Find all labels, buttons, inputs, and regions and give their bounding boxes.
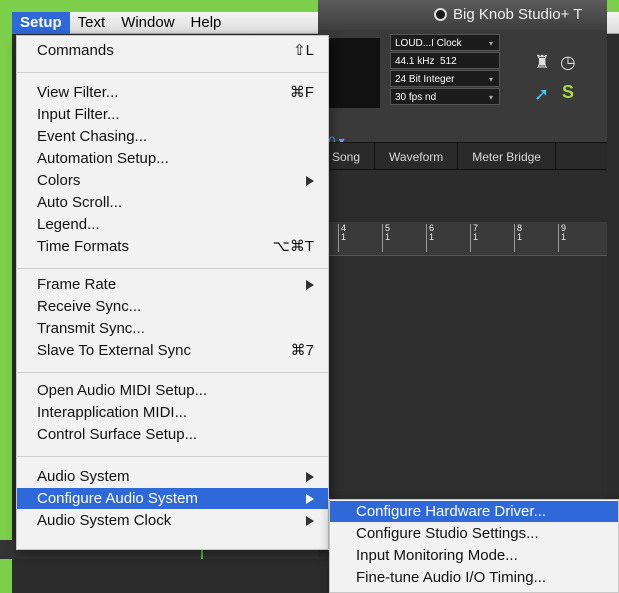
arrow-tool-icon[interactable]: ➚	[534, 84, 549, 105]
window-title: Big Knob Studio+ T	[453, 6, 583, 23]
clock-icon[interactable]: ◷	[560, 52, 576, 73]
metronome-icon[interactable]: ♜	[534, 52, 550, 73]
shortcut-label: ⌥⌘T	[272, 238, 314, 255]
menu-divider	[17, 268, 328, 269]
menu-item-event-chasing[interactable]: Event Chasing...	[17, 126, 328, 147]
clock-source-select[interactable]: LOUD...I Clock ▾	[390, 34, 500, 51]
shortcut-label: ⌘F	[289, 84, 314, 101]
dropdown-arrow-icon: ▾	[488, 93, 493, 102]
submenu-arrow-icon	[306, 170, 314, 191]
solo-icon[interactable]: S	[562, 82, 574, 103]
submenu-arrow-icon	[306, 466, 314, 487]
submenu-item-configure-studio-settings[interactable]: Configure Studio Settings...	[330, 523, 618, 544]
submenu-arrow-icon	[306, 488, 314, 509]
shortcut-label: ⇧L	[293, 42, 314, 59]
shortcut-label: ⌘7	[290, 342, 314, 359]
menu-item-receive-sync[interactable]: Receive Sync...	[17, 296, 328, 317]
ruler-tick: 41	[338, 224, 346, 252]
window-titlebar: Big Knob Studio+ T	[318, 0, 607, 30]
menu-item-audio-system[interactable]: Audio System	[17, 466, 328, 487]
submenu-item-input-monitoring-mode[interactable]: Input Monitoring Mode...	[330, 545, 618, 566]
timeline-ruler[interactable]: 41 51 61 71 81 91	[318, 222, 607, 256]
menu-item-frame-rate[interactable]: Frame Rate	[17, 274, 328, 295]
setup-dropdown-menu: Commands ⇧L View Filter... ⌘F Input Filter…	[16, 35, 329, 550]
menu-item-input-filter[interactable]: Input Filter...	[17, 104, 328, 125]
menu-divider	[17, 372, 328, 373]
menu-item-audio-system-clock[interactable]: Audio System Clock	[17, 510, 328, 531]
menu-item-view-filter[interactable]: View Filter... ⌘F	[17, 82, 328, 103]
menu-item-time-formats[interactable]: Time Formats ⌥⌘T	[17, 236, 328, 257]
toolbar: 00 ▾ LOUD...I Clock ▾ 44.1 kHz 512 24 Bit…	[318, 30, 607, 152]
tab-waveform[interactable]: Waveform	[375, 143, 459, 169]
submenu-arrow-icon	[306, 274, 314, 295]
view-tabs: Song Waveform Meter Bridge	[318, 142, 607, 170]
menu-divider	[17, 72, 328, 73]
menu-divider	[17, 456, 328, 457]
ruler-tick: 51	[382, 224, 390, 252]
frame-rate-select[interactable]: 30 fps nd ▾	[390, 88, 500, 105]
bit-depth-select[interactable]: 24 Bit Integer ▾	[390, 70, 500, 87]
menu-item-configure-audio-system[interactable]: Configure Audio System	[17, 488, 328, 509]
app-icon	[434, 8, 447, 21]
menu-item-automation-setup[interactable]: Automation Setup...	[17, 148, 328, 169]
menu-item-colors[interactable]: Colors	[17, 170, 328, 191]
menu-item-commands[interactable]: Commands ⇧L	[17, 40, 328, 61]
menu-item-interapplication-midi[interactable]: Interapplication MIDI...	[17, 402, 328, 423]
menu-help[interactable]: Help	[183, 12, 230, 34]
session-setup-panel: LOUD...I Clock ▾ 44.1 kHz 512 24 Bit Inte…	[390, 34, 500, 106]
menu-text[interactable]: Text	[70, 12, 114, 34]
menu-item-slave-external-sync[interactable]: Slave To External Sync ⌘7	[17, 340, 328, 361]
submenu-item-fine-tune-audio-io-timing[interactable]: Fine-tune Audio I/O Timing...	[330, 567, 618, 588]
menu-window[interactable]: Window	[113, 12, 182, 34]
dropdown-arrow-icon: ▾	[488, 39, 493, 48]
submenu-item-configure-hardware-driver[interactable]: Configure Hardware Driver...	[330, 501, 618, 522]
tab-meter-bridge[interactable]: Meter Bridge	[458, 143, 556, 169]
menu-item-auto-scroll[interactable]: Auto Scroll...	[17, 192, 328, 213]
menu-item-control-surface-setup[interactable]: Control Surface Setup...	[17, 424, 328, 445]
dropdown-arrow-icon: ▾	[488, 75, 493, 84]
configure-audio-system-submenu: Configure Hardware Driver... Configure S…	[329, 499, 619, 593]
menu-item-open-audio-midi-setup[interactable]: Open Audio MIDI Setup...	[17, 380, 328, 401]
ruler-tick: 71	[470, 224, 478, 252]
buffer-size: 512	[440, 56, 457, 67]
menu-item-transmit-sync[interactable]: Transmit Sync...	[17, 318, 328, 339]
menu-item-legend[interactable]: Legend...	[17, 214, 328, 235]
submenu-arrow-icon	[306, 510, 314, 531]
toolbar-icons: ♜ ◷ ➚ S	[528, 50, 608, 110]
ruler-tick: 91	[558, 224, 566, 252]
sample-rate-field[interactable]: 44.1 kHz 512	[390, 52, 500, 69]
ruler-tick: 81	[514, 224, 522, 252]
menu-setup[interactable]: Setup	[12, 11, 70, 34]
ruler-tick: 61	[426, 224, 434, 252]
